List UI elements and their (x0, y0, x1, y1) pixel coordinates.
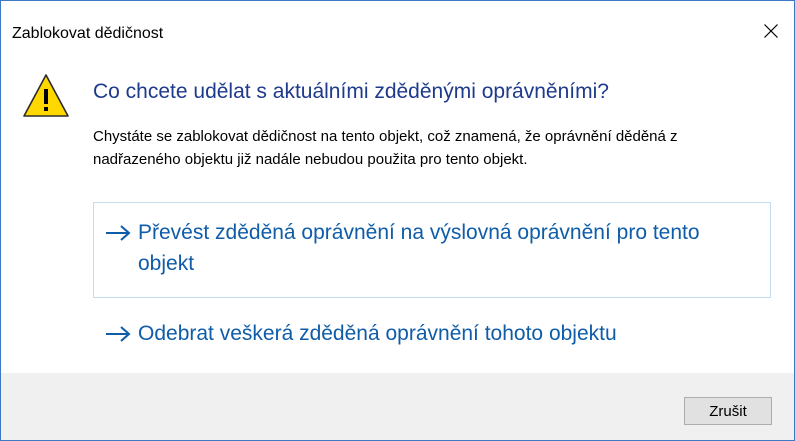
close-icon (764, 24, 778, 38)
window-title: Zablokovat dědičnost (12, 25, 164, 42)
warning-icon (23, 74, 69, 117)
command-link-label: Odebrat veškerá zděděná oprávnění tohoto… (138, 322, 617, 345)
title-bar[interactable]: Zablokovat dědičnost (1, 1, 794, 56)
convert-permissions-command-link[interactable]: Převést zděděná oprávnění na výslovná op… (93, 202, 771, 298)
arrow-right-icon (105, 318, 133, 349)
content-text: Chystáte se zablokovat dědičnost na tent… (93, 128, 678, 168)
close-button[interactable] (748, 11, 794, 51)
command-link-label: Převést zděděná oprávnění na výslovná op… (138, 221, 700, 275)
main-instruction: Co chcete udělat s aktuálními zděděnými … (93, 80, 609, 103)
dialog-window: Zablokovat dědičnost Co chcete udělat s … (0, 0, 795, 441)
remove-permissions-command-link[interactable]: Odebrat veškerá zděděná oprávnění tohoto… (93, 314, 771, 356)
cancel-button[interactable]: Zrušit (684, 397, 772, 425)
dialog-footer: Zrušit (1, 373, 794, 440)
arrow-right-icon (105, 217, 133, 248)
